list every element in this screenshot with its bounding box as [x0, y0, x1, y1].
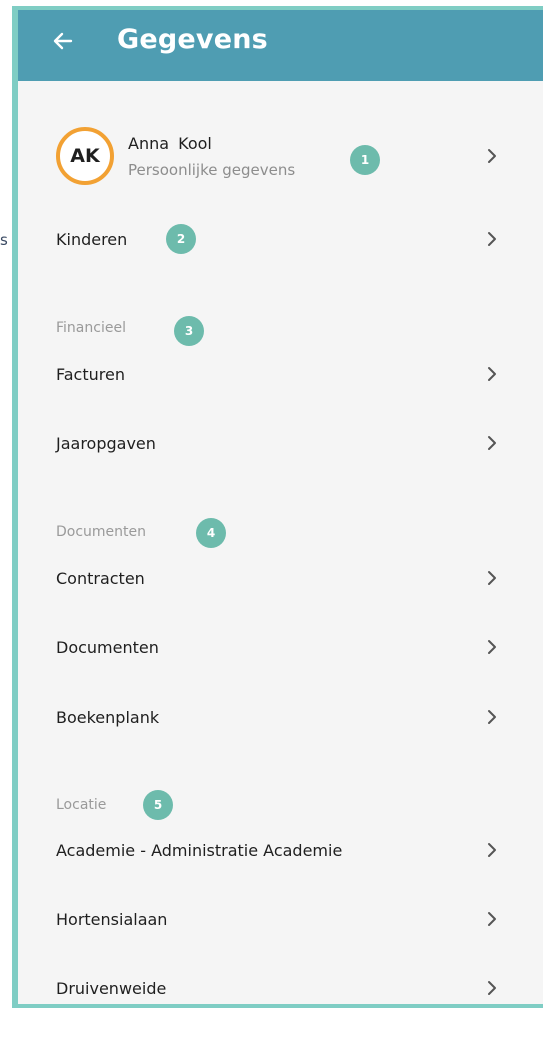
chevron-right-icon — [488, 843, 496, 857]
menu-item-facturen[interactable]: Facturen — [18, 349, 543, 399]
menu-item-boekenplank[interactable]: Boekenplank — [18, 692, 543, 742]
menu-item-label: Documenten — [56, 637, 159, 657]
avatar: AK — [56, 127, 114, 185]
menu-item-label: Kinderen — [56, 229, 128, 249]
top-app-bar: Gegevens — [18, 10, 543, 81]
chevron-right-icon — [488, 912, 496, 926]
menu-item-label: Boekenplank — [56, 707, 160, 727]
menu-item-hortensialaan[interactable]: Hortensialaan — [18, 894, 543, 944]
menu-item-contracten[interactable]: Contracten — [18, 553, 543, 603]
menu-item-documenten[interactable]: Documenten — [18, 622, 543, 672]
menu-item-label: Contracten — [56, 568, 145, 588]
menu-item-label: Hortensialaan — [56, 909, 168, 929]
chevron-right-icon — [488, 149, 496, 163]
menu-item-label: Jaaropgaven — [56, 433, 156, 453]
menu-item-academie[interactable]: Academie - Administratie Academie — [18, 825, 543, 875]
profile-row[interactable]: AK Anna Kool Persoonlijke gegevens 1 — [18, 122, 543, 190]
step-badge-3: 3 — [174, 316, 204, 346]
section-title-locatie: Locatie — [56, 797, 107, 813]
chevron-right-icon — [488, 981, 496, 995]
step-badge-1: 1 — [350, 145, 380, 175]
chevron-right-icon — [488, 640, 496, 654]
step-badge-5: 5 — [143, 790, 173, 820]
step-badge-4: 4 — [196, 518, 226, 548]
chevron-right-icon — [488, 710, 496, 724]
page-title: Gegevens — [117, 24, 268, 55]
chevron-right-icon — [488, 232, 496, 246]
chevron-right-icon — [488, 571, 496, 585]
menu-item-kinderen[interactable]: Kinderen 2 — [18, 214, 543, 264]
menu-item-label: Druivenweide — [56, 978, 167, 998]
section-title-documenten: Documenten — [56, 524, 147, 540]
menu-item-label: Facturen — [56, 364, 125, 384]
back-button[interactable] — [46, 24, 80, 58]
menu-item-label: Academie - Administratie Academie — [56, 840, 343, 860]
section-title-financieel: Financieel — [56, 320, 126, 336]
menu-item-druivenweide[interactable]: Druivenweide — [18, 963, 543, 1008]
arrow-left-icon — [53, 32, 73, 50]
chevron-right-icon — [488, 367, 496, 381]
stray-text: s — [0, 231, 8, 249]
app-frame: Gegevens AK Anna Kool Persoonlijke gegev… — [12, 6, 543, 1008]
step-badge-2: 2 — [166, 224, 196, 254]
profile-subtitle: Persoonlijke gegevens — [128, 161, 296, 179]
menu-item-jaaropgaven[interactable]: Jaaropgaven — [18, 418, 543, 468]
chevron-right-icon — [488, 436, 496, 450]
profile-name: Anna Kool — [128, 134, 212, 153]
